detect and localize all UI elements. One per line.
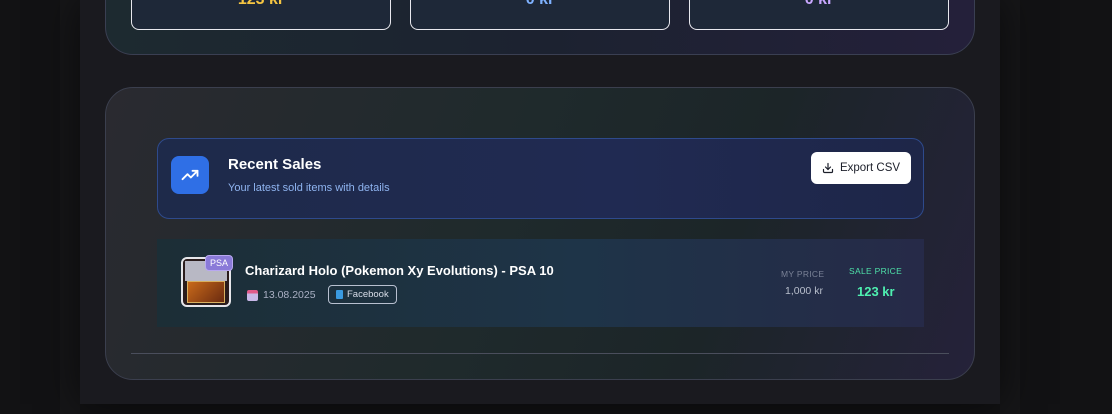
calendar-icon (247, 289, 258, 301)
trending-up-icon (171, 156, 209, 194)
book-icon (336, 290, 343, 299)
download-icon (822, 162, 834, 174)
outer-border-left (60, 0, 80, 414)
platform-text: Facebook (347, 289, 389, 300)
recent-sales-header: Recent Sales Your latest sold items with… (157, 138, 924, 219)
item-title: Charizard Holo (Pokemon Xy Evolutions) -… (245, 263, 554, 278)
recent-sales-panel: Recent Sales Your latest sold items with… (105, 87, 975, 380)
sale-date-text: 13.08.2025 (263, 289, 316, 301)
my-price-value: 1,000 kr (785, 285, 823, 297)
stat-value: 123 kr (132, 0, 390, 8)
section-subtitle: Your latest sold items with details (228, 182, 390, 194)
grade-badge: PSA (205, 255, 233, 271)
stat-value: 0 kr (411, 0, 669, 8)
section-title: Recent Sales (228, 156, 322, 173)
sale-row[interactable]: PSA Charizard Holo (Pokemon Xy Evolution… (157, 239, 924, 327)
outer-border-right (1000, 0, 1020, 414)
stat-card-second: 0 kr (410, 0, 670, 30)
export-label: Export CSV (839, 162, 901, 174)
sale-date: 13.08.2025 (247, 289, 316, 301)
stat-card-total: 123 kr (131, 0, 391, 30)
divider (131, 353, 949, 354)
sale-price-value: 123 kr (857, 284, 895, 299)
stat-value: 0 kr (690, 0, 948, 8)
export-csv-button[interactable]: Export CSV (811, 152, 911, 184)
my-price-label: MY PRICE (781, 269, 825, 279)
sale-price-label: SALE PRICE (849, 266, 903, 276)
platform-tag: Facebook (328, 285, 397, 304)
stat-card-third: 0 kr (689, 0, 949, 30)
